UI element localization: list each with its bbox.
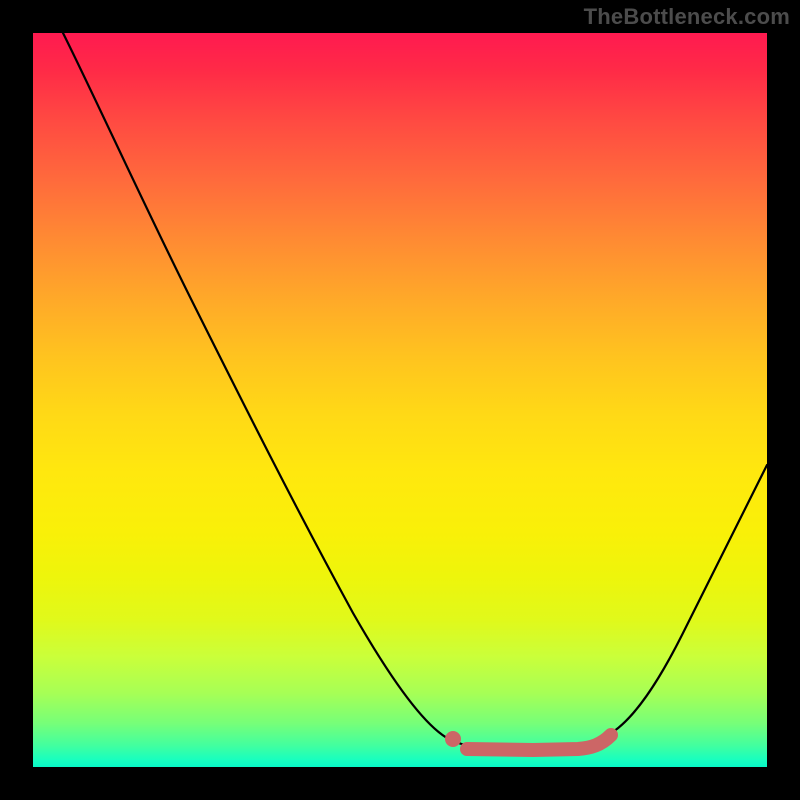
accent-dot bbox=[445, 731, 461, 747]
bottleneck-curve bbox=[63, 33, 767, 750]
chart-svg bbox=[33, 33, 767, 767]
plot-gradient-area bbox=[33, 33, 767, 767]
accent-segment bbox=[467, 735, 611, 750]
watermark-text: TheBottleneck.com bbox=[584, 4, 790, 30]
